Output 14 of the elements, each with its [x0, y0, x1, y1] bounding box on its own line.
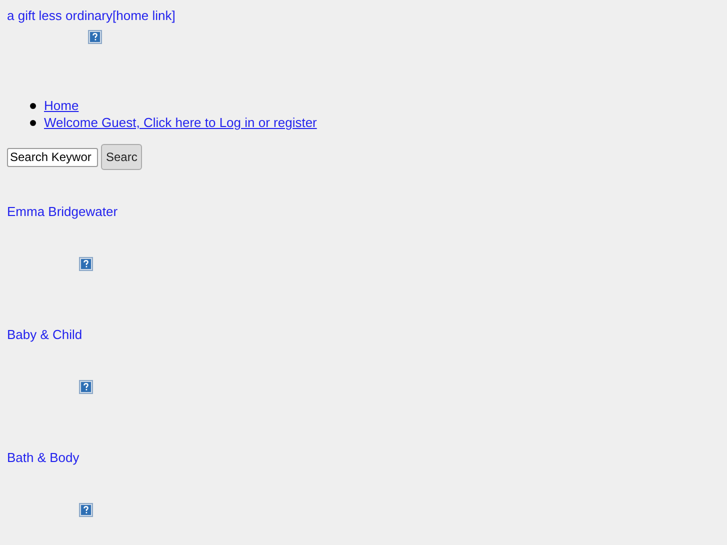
nav-link[interactable]: Welcome Guest, Click here to Log in or register: [44, 115, 317, 130]
search-field[interactable]: Search Keywor: [7, 148, 98, 166]
broken-image-icon: [79, 257, 93, 271]
nav-link[interactable]: Home: [44, 98, 79, 113]
category-link[interactable]: Baby & Child: [7, 327, 82, 342]
category-link[interactable]: Emma Bridgewater: [7, 204, 118, 219]
broken-image-icon: [79, 503, 93, 517]
category-link[interactable]: Bath & Body: [7, 450, 80, 465]
bullet-dot: [30, 120, 36, 126]
broken-image-icon: [79, 380, 93, 394]
search-button[interactable]: Searc: [101, 144, 142, 170]
broken-image-icon: [88, 30, 102, 44]
logo-link[interactable]: a gift less ordinary[home link]: [7, 8, 176, 23]
bullet-dot: [30, 102, 36, 108]
